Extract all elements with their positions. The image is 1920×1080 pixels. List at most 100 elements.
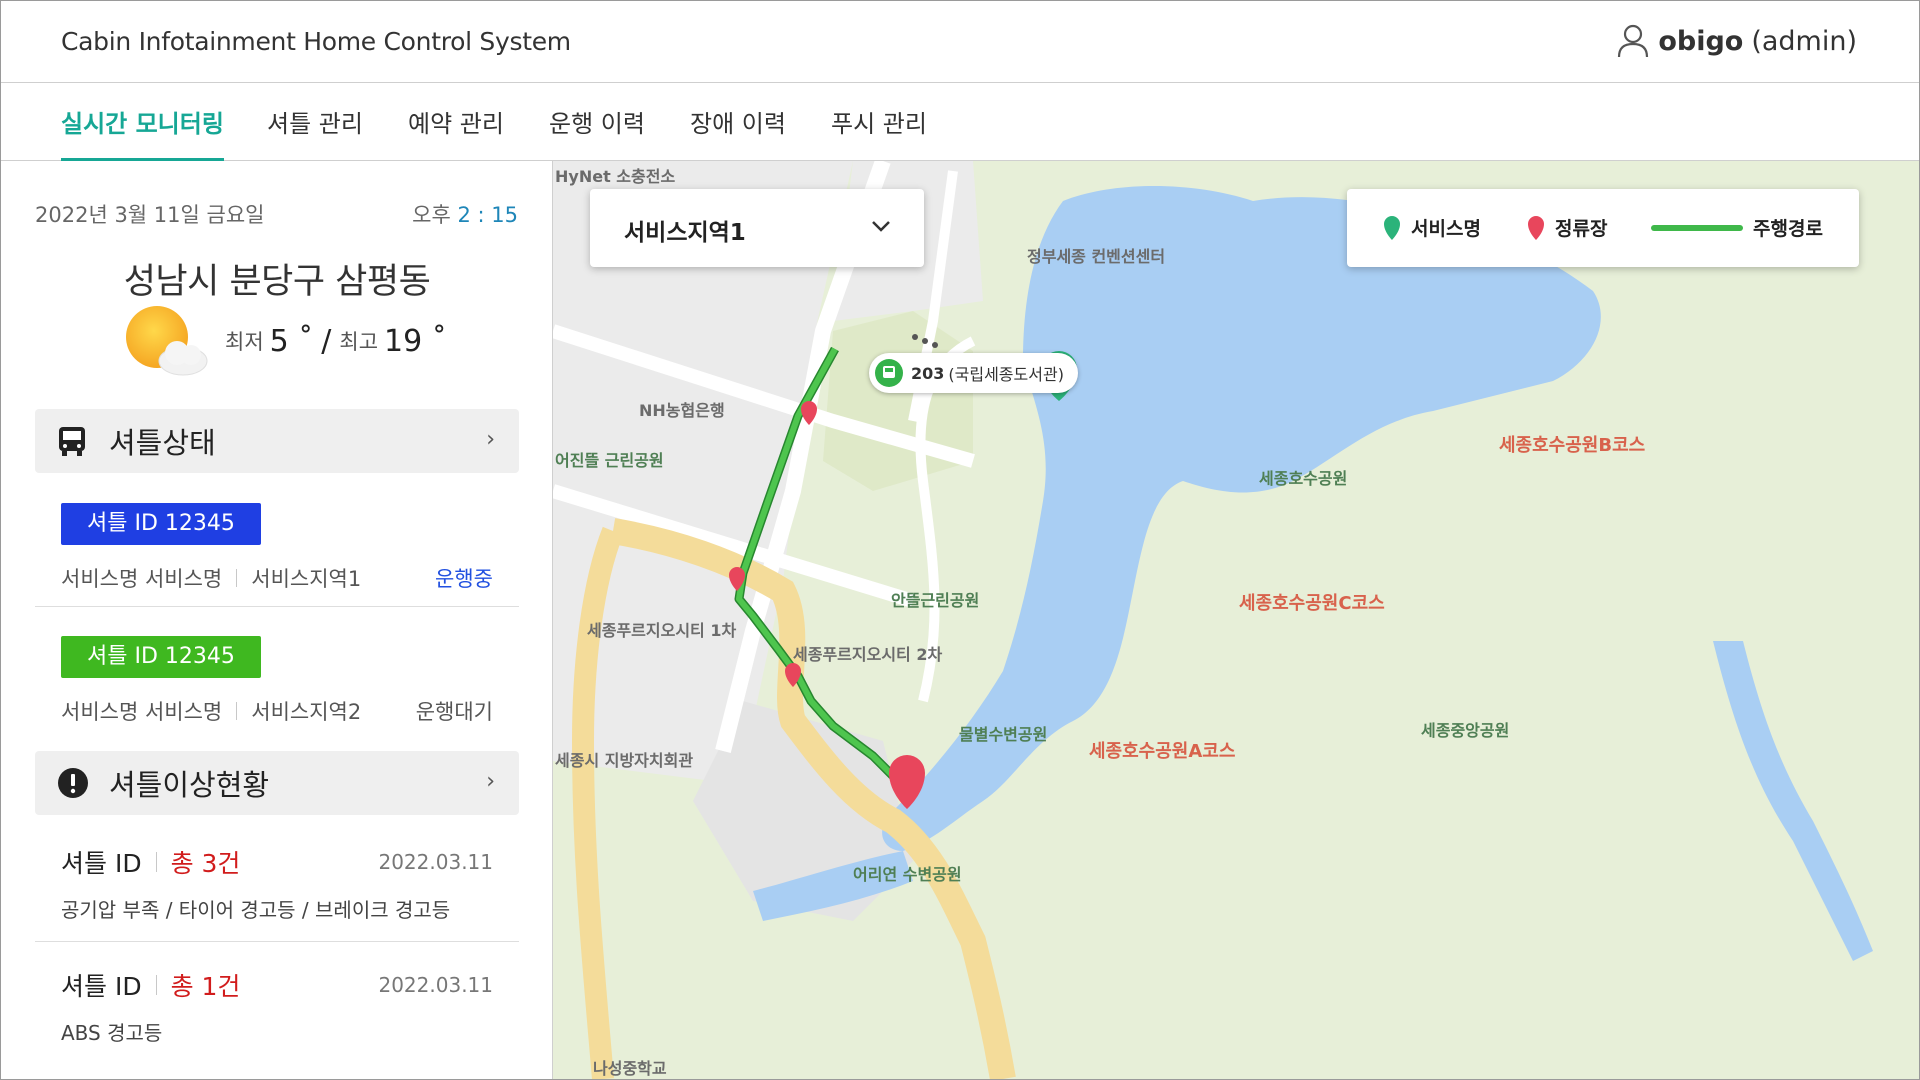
park-area [823, 311, 973, 491]
map-label: 정부세종 컨벤션센터 [1027, 247, 1166, 266]
service-pin-icon [1384, 215, 1400, 240]
map-canvas[interactable] [553, 161, 1919, 1079]
shuttle-status-text: 운행중 [435, 567, 493, 591]
map-dot [922, 338, 928, 344]
map-label: 세종호수공원A코스 [1089, 741, 1236, 762]
shuttle-meta: 서비스명 서비스명 서비스지역1 [61, 563, 361, 593]
map-label: 물별수변공원 [959, 725, 1048, 744]
issue-title: 셔틀 ID 총 1건 [61, 967, 240, 1003]
issue-count: 총 3건 [170, 849, 241, 878]
max-temp-label: 최고 [339, 330, 379, 354]
tab-reservation-management[interactable]: 예약 관리 [408, 104, 504, 161]
bus-icon [57, 423, 89, 459]
legend-route-label: 주행경로 [1753, 218, 1823, 240]
min-temp-value: 5 ˚ [269, 323, 314, 359]
shuttle-list-item[interactable]: 셔틀 ID 12345 서비스명 서비스명 서비스지역2 운행대기 [35, 636, 519, 736]
issue-list-item[interactable]: 셔틀 ID 총 3건 2022.03.11 공기압 부족 / 타이어 경고등 /… [35, 844, 519, 934]
shuttle-meta: 서비스명 서비스명 서비스지역2 [61, 696, 361, 726]
map-label: 어리연 수변공원 [853, 865, 962, 884]
shuttle-status-title: 셔틀상태 [109, 426, 216, 460]
list-divider [35, 941, 519, 942]
map-label: 어진뜰 근린공원 [555, 451, 664, 470]
map-label: 세종시 지방자치회관 [555, 751, 694, 770]
legend-stop-label: 정류장 [1555, 218, 1608, 240]
map-label: HyNet 소충전소 [555, 167, 676, 186]
stop-name: (국립세종도서관) [948, 365, 1064, 384]
map-label: 안뜰근린공원 [891, 591, 980, 610]
tab-push-management[interactable]: 푸시 관리 [831, 104, 927, 161]
time-value: 2 : 15 [457, 203, 518, 227]
legend-stop: 정류장 [1527, 214, 1607, 241]
user-name: obigo [1658, 25, 1744, 57]
stop-info-bubble[interactable]: 203 (국립세종도서관) [869, 353, 1078, 393]
time-period: 오후 [412, 203, 451, 227]
issue-title: 셔틀 ID 총 3건 [61, 844, 240, 880]
chevron-right-icon: › [486, 769, 495, 794]
issue-list-item[interactable]: 셔틀 ID 총 1건 2022.03.11 ABS 경고등 [35, 967, 519, 1057]
partly-cloudy-icon [126, 306, 208, 376]
service-name: 서비스명 서비스명 [61, 700, 223, 724]
map-label: 세종푸르지오시티 2차 [793, 645, 943, 664]
service-region: 서비스지역1 [251, 567, 362, 591]
chevron-down-icon [872, 221, 890, 232]
map-label: NH농협은행 [639, 401, 725, 420]
current-time: 오후 2 : 15 [412, 199, 518, 229]
issue-date: 2022.03.11 [378, 973, 493, 997]
map-label: 세종중앙공원 [1421, 721, 1510, 740]
region-select-value: 서비스지역1 [624, 220, 746, 246]
legend-service-label: 서비스명 [1411, 218, 1481, 240]
tab-operation-history[interactable]: 운행 이력 [549, 104, 645, 161]
stop-number: 203 [911, 363, 945, 383]
issue-shuttle-label: 셔틀 ID [61, 972, 142, 1001]
stop-pin-icon [1528, 215, 1544, 240]
tab-shuttle-management[interactable]: 셔틀 관리 [267, 104, 363, 161]
service-name: 서비스명 서비스명 [61, 567, 223, 591]
legend-route: 주행경로 [1651, 214, 1823, 241]
divider [155, 852, 157, 872]
map-label: 세종호수공원B코스 [1499, 435, 1646, 456]
lake [882, 186, 1601, 851]
location-name: 성남시 분당구 삼평동 [123, 262, 431, 302]
service-region: 서비스지역2 [251, 700, 362, 724]
issue-description: ABS 경고등 [61, 1021, 163, 1045]
issue-count: 총 1건 [170, 972, 241, 1001]
map-dot [932, 342, 938, 348]
bus-stop-icon [875, 359, 903, 387]
shuttle-id-badge: 셔틀 ID 12345 [61, 636, 261, 678]
user-menu[interactable]: obigo (admin) [1616, 23, 1857, 59]
legend-service: 서비스명 [1383, 214, 1481, 241]
map-view[interactable]: HyNet 소충전소 정부세종 컨벤션센터 NH농협은행 어진뜰 근린공원 세종… [553, 161, 1919, 1079]
chevron-right-icon: › [486, 427, 495, 452]
issue-description: 공기압 부족 / 타이어 경고등 / 브레이크 경고등 [61, 898, 451, 922]
tab-failure-history[interactable]: 장애 이력 [690, 104, 786, 161]
divider [236, 569, 238, 587]
monitoring-sidebar: 2022년 3월 11일 금요일 오후 2 : 15 성남시 분당구 삼평동 최… [1, 161, 553, 1079]
min-temp-label: 최저 [225, 330, 264, 354]
max-temp-value: 19 ˚ [384, 323, 447, 359]
current-date: 2022년 3월 11일 금요일 [35, 203, 265, 227]
route-line-icon [1651, 224, 1743, 231]
tab-realtime-monitoring[interactable]: 실시간 모니터링 [61, 104, 224, 161]
region-select[interactable]: 서비스지역1 [590, 189, 924, 267]
shuttle-id-badge: 셔틀 ID 12345 [61, 503, 261, 545]
map-label: 세종호수공원C코스 [1239, 593, 1385, 614]
app-title: Cabin Infotainment Home Control System [61, 27, 571, 56]
map-dot [912, 334, 918, 340]
shuttle-issues-header[interactable]: 셔틀이상현황 › [35, 751, 519, 815]
list-divider [35, 606, 519, 607]
shuttle-status-header[interactable]: 셔틀상태 › [35, 409, 519, 473]
map-label: 세종푸르지오시티 1차 [587, 621, 737, 640]
temp-separator: / [321, 323, 332, 359]
app-window: Cabin Infotainment Home Control System o… [0, 0, 1920, 1080]
map-legend: 서비스명 정류장 주행경로 [1347, 189, 1859, 267]
divider [155, 975, 157, 995]
river [1713, 641, 1873, 961]
map-label: 나성중학교 [593, 1059, 667, 1078]
user-icon [1618, 24, 1649, 58]
main-tabs: 실시간 모니터링 셔틀 관리 예약 관리 운행 이력 장애 이력 푸시 관리 [1, 84, 1919, 161]
issue-shuttle-label: 셔틀 ID [61, 849, 142, 878]
shuttle-list-item[interactable]: 셔틀 ID 12345 서비스명 서비스명 서비스지역1 운행중 [35, 503, 519, 603]
shuttle-issues-title: 셔틀이상현황 [109, 768, 270, 802]
weather-summary: 최저 5 ˚ / 최고 19 ˚ [121, 303, 447, 379]
divider [236, 702, 238, 720]
